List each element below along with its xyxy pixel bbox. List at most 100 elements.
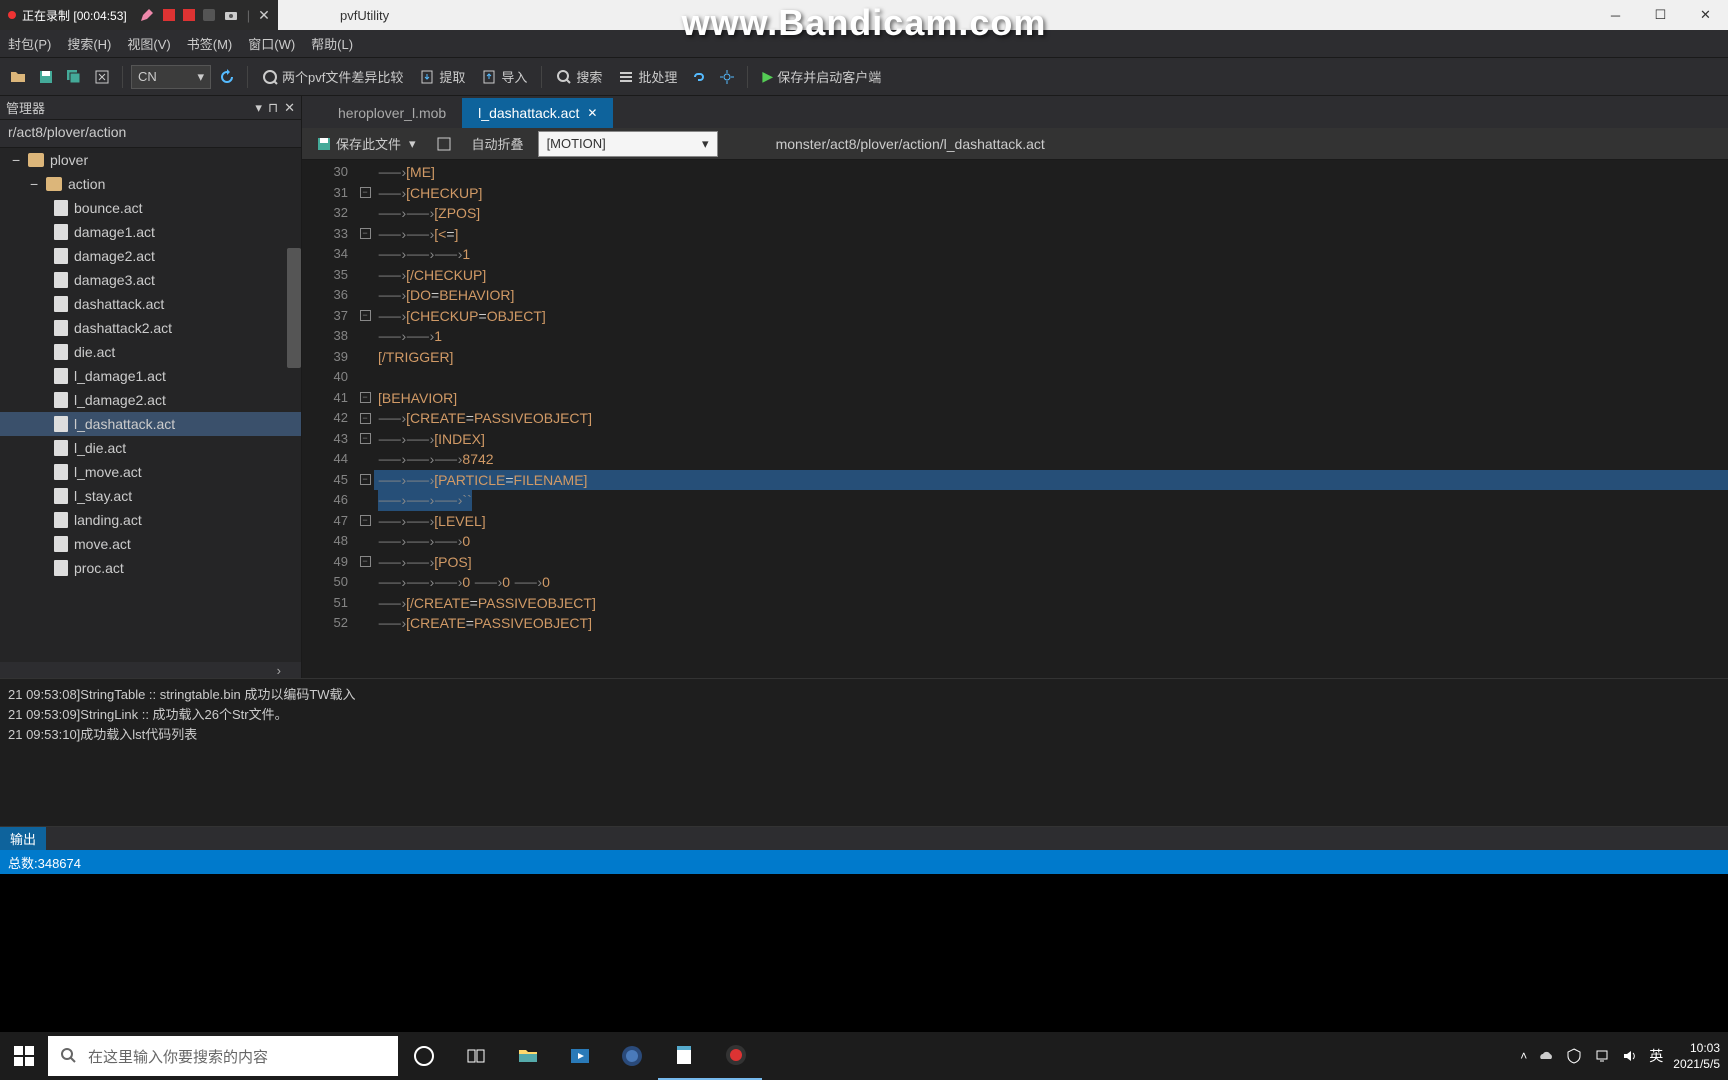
menu-bookmark[interactable]: 书签(M) bbox=[187, 34, 233, 53]
code-line[interactable]: ⸺›[ME] bbox=[374, 162, 1728, 183]
code-line[interactable]: ⸺›[CHECKUP] bbox=[374, 183, 1728, 204]
open-button[interactable] bbox=[6, 65, 30, 89]
code-content[interactable]: ⸺›[ME]⸺›[CHECKUP]⸺›⸺›[ZPOS]⸺›⸺›[<=]⸺›⸺›⸺… bbox=[374, 160, 1728, 678]
menu-search[interactable]: 搜索(H) bbox=[67, 34, 111, 53]
tree-folder-root[interactable]: − plover bbox=[0, 148, 301, 172]
volume-icon[interactable] bbox=[1621, 1047, 1639, 1065]
fold-toggle[interactable]: − bbox=[360, 556, 371, 567]
settings-button[interactable] bbox=[715, 65, 739, 89]
refresh-button[interactable] bbox=[215, 65, 239, 89]
code-line[interactable]: [BEHAVIOR] bbox=[374, 388, 1728, 409]
tree-file[interactable]: l_damage1.act bbox=[0, 364, 301, 388]
tree-file[interactable]: damage3.act bbox=[0, 268, 301, 292]
code-line[interactable]: ⸺›⸺›⸺›1 bbox=[374, 244, 1728, 265]
toggle-button[interactable] bbox=[430, 136, 458, 152]
fold-toggle[interactable]: − bbox=[360, 187, 371, 198]
close-panel-icon[interactable]: ✕ bbox=[284, 100, 295, 116]
cortana-icon[interactable] bbox=[398, 1032, 450, 1080]
stop-record-icon[interactable] bbox=[163, 9, 175, 21]
code-line[interactable] bbox=[374, 367, 1728, 388]
code-editor[interactable]: 3031323334353637383940414243444546474849… bbox=[302, 160, 1728, 678]
fold-toggle[interactable]: − bbox=[360, 515, 371, 526]
save-launch-button[interactable]: ▶保存并启动客户端 bbox=[756, 63, 887, 91]
fold-toggle[interactable]: − bbox=[360, 413, 371, 424]
code-line[interactable]: ⸺›⸺›⸺›0 ⸺›0 ⸺›0 bbox=[374, 572, 1728, 593]
tree-file[interactable]: l_dashattack.act bbox=[0, 412, 301, 436]
tree-file[interactable]: l_move.act bbox=[0, 460, 301, 484]
pin-icon[interactable]: ⊓ bbox=[268, 100, 278, 116]
ime-indicator[interactable]: 英 bbox=[1649, 1046, 1663, 1066]
fold-toggle[interactable]: − bbox=[360, 228, 371, 239]
tree-file[interactable]: landing.act bbox=[0, 508, 301, 532]
app-icon-1[interactable] bbox=[606, 1032, 658, 1080]
tree-file[interactable]: die.act bbox=[0, 340, 301, 364]
taskbar-search[interactable]: 在这里输入你要搜索的内容 bbox=[48, 1036, 398, 1076]
menu-pack[interactable]: 封包(P) bbox=[8, 34, 51, 53]
autofold-button[interactable]: 自动折叠 bbox=[466, 134, 530, 153]
code-line[interactable]: ⸺›⸺›[INDEX] bbox=[374, 429, 1728, 450]
import-button[interactable]: 导入 bbox=[475, 63, 533, 91]
batch-button[interactable]: 批处理 bbox=[612, 63, 683, 91]
diff-button[interactable]: 两个pvf文件差异比较 bbox=[256, 63, 409, 91]
start-button[interactable] bbox=[0, 1032, 48, 1080]
record-icon[interactable] bbox=[183, 9, 195, 21]
code-line[interactable]: ⸺›[CHECKUP=OBJECT] bbox=[374, 306, 1728, 327]
tree-file[interactable]: l_stay.act bbox=[0, 484, 301, 508]
code-line[interactable]: ⸺›[CREATE=PASSIVEOBJECT] bbox=[374, 613, 1728, 634]
fold-toggle[interactable]: − bbox=[360, 392, 371, 403]
tray-chevron-icon[interactable]: ˄ bbox=[1520, 1049, 1527, 1063]
save-file-button[interactable]: 保存此文件▾ bbox=[310, 134, 422, 153]
menu-help[interactable]: 帮助(L) bbox=[311, 34, 353, 53]
security-icon[interactable] bbox=[1565, 1047, 1583, 1065]
task-view-icon[interactable] bbox=[450, 1032, 502, 1080]
explorer-icon[interactable] bbox=[502, 1032, 554, 1080]
link-button[interactable] bbox=[687, 65, 711, 89]
code-line[interactable]: ⸺›⸺›[ZPOS] bbox=[374, 203, 1728, 224]
maximize-button[interactable]: ☐ bbox=[1638, 0, 1683, 30]
horizontal-scrollbar[interactable]: › bbox=[0, 662, 301, 678]
close-button[interactable]: ✕ bbox=[1683, 0, 1728, 30]
code-line[interactable]: ⸺›⸺›[PARTICLE=FILENAME] bbox=[374, 470, 1728, 491]
tree-file[interactable]: proc.act bbox=[0, 556, 301, 580]
fold-toggle[interactable]: − bbox=[360, 433, 371, 444]
close-tab-icon[interactable]: ✕ bbox=[587, 106, 597, 120]
editor-tab[interactable]: heroplover_l.mob bbox=[322, 98, 462, 128]
code-line[interactable]: ⸺›⸺›⸺›`` bbox=[374, 490, 1728, 511]
code-line[interactable]: ⸺›⸺›[POS] bbox=[374, 552, 1728, 573]
notepad-icon[interactable] bbox=[658, 1032, 710, 1080]
menu-window[interactable]: 窗口(W) bbox=[248, 34, 295, 53]
save-button[interactable] bbox=[34, 65, 58, 89]
search-button[interactable]: 搜索 bbox=[550, 63, 608, 91]
tree-file[interactable]: l_damage2.act bbox=[0, 388, 301, 412]
tree-file[interactable]: dashattack.act bbox=[0, 292, 301, 316]
code-line[interactable]: ⸺›[CREATE=PASSIVEOBJECT] bbox=[374, 408, 1728, 429]
output-tab[interactable]: 输出 bbox=[0, 827, 46, 850]
onedrive-icon[interactable] bbox=[1537, 1047, 1555, 1065]
section-select[interactable]: [MOTION]▾ bbox=[538, 131, 718, 157]
language-select[interactable]: CN▾ bbox=[131, 65, 211, 89]
media-player-icon[interactable] bbox=[554, 1032, 606, 1080]
network-icon[interactable] bbox=[1593, 1047, 1611, 1065]
camera-icon[interactable] bbox=[223, 7, 239, 23]
tree-file[interactable]: l_die.act bbox=[0, 436, 301, 460]
code-line[interactable]: ⸺›⸺›[<=] bbox=[374, 224, 1728, 245]
code-line[interactable]: ⸺›[DO=BEHAVIOR] bbox=[374, 285, 1728, 306]
extract-button[interactable]: 提取 bbox=[413, 63, 471, 91]
scrollbar-thumb[interactable] bbox=[287, 248, 301, 368]
code-line[interactable]: ⸺›[/CREATE=PASSIVEOBJECT] bbox=[374, 593, 1728, 614]
code-line[interactable]: ⸺›⸺›1 bbox=[374, 326, 1728, 347]
tree-folder-action[interactable]: − action bbox=[0, 172, 301, 196]
code-line[interactable]: ⸺›[/CHECKUP] bbox=[374, 265, 1728, 286]
pencil-icon[interactable] bbox=[139, 7, 155, 23]
tree-file[interactable]: bounce.act bbox=[0, 196, 301, 220]
fold-toggle[interactable]: − bbox=[360, 474, 371, 485]
bandicam-icon[interactable] bbox=[710, 1032, 762, 1080]
tree-file[interactable]: damage1.act bbox=[0, 220, 301, 244]
dropdown-icon[interactable]: ▾ bbox=[255, 100, 262, 116]
editor-tab[interactable]: l_dashattack.act✕ bbox=[462, 98, 613, 128]
clock[interactable]: 10:03 2021/5/5 bbox=[1673, 1040, 1720, 1072]
minimize-button[interactable]: ─ bbox=[1593, 0, 1638, 30]
tree-file[interactable]: damage2.act bbox=[0, 244, 301, 268]
tree-file[interactable]: move.act bbox=[0, 532, 301, 556]
pause-icon[interactable] bbox=[203, 9, 215, 21]
